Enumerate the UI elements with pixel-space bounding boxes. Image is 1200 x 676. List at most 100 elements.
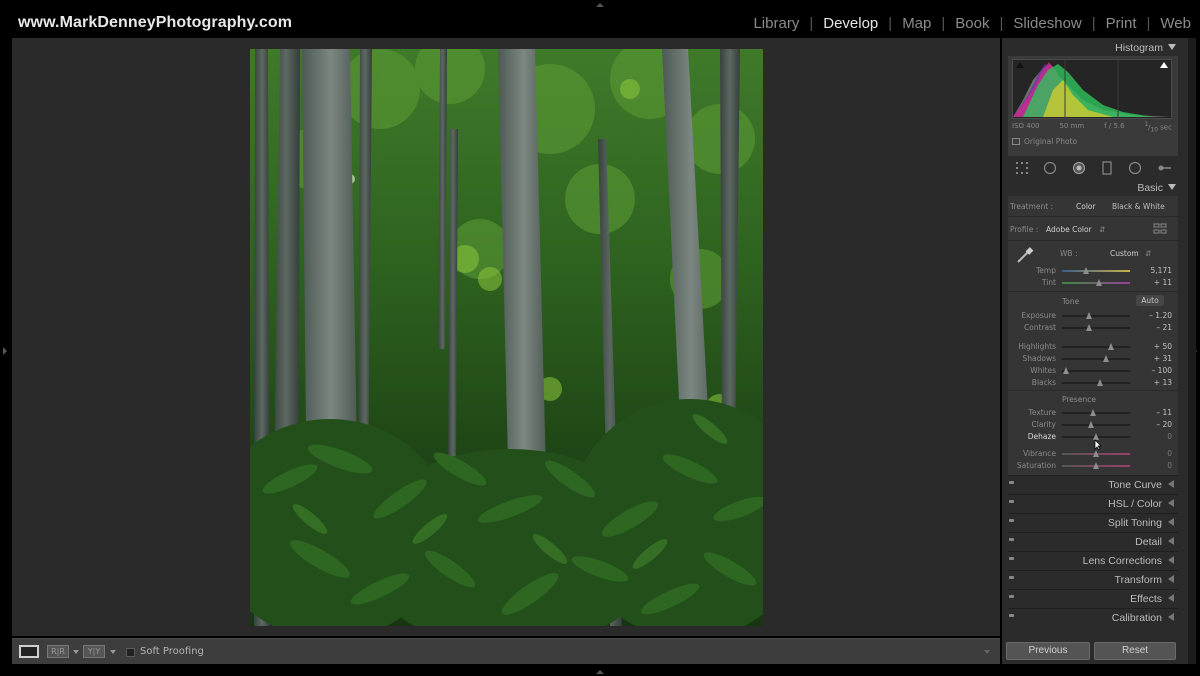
slider-track[interactable] [1062, 355, 1130, 362]
slider-track[interactable] [1062, 279, 1130, 286]
reset-button[interactable]: Reset [1094, 642, 1176, 660]
slider-value[interactable]: + 11 [1154, 278, 1172, 287]
auto-tone-button[interactable]: Auto [1136, 295, 1164, 306]
slider-track[interactable] [1062, 421, 1130, 428]
histogram-header[interactable]: Histogram [1115, 42, 1176, 54]
slider-thumb[interactable] [1096, 279, 1103, 286]
slider-thumb[interactable] [1107, 343, 1114, 350]
slider-value[interactable]: – 21 [1156, 323, 1172, 332]
crop-overlay-icon[interactable] [1015, 160, 1029, 174]
slider-value[interactable]: – 1.20 [1149, 311, 1172, 320]
slider-track[interactable] [1062, 343, 1130, 350]
slider-thumb[interactable] [1063, 367, 1070, 374]
module-slideshow[interactable]: Slideshow [1012, 15, 1082, 32]
treatment-color[interactable]: Color [1076, 202, 1096, 211]
profile-browser-icon[interactable] [1153, 223, 1167, 234]
slider-label: Contrast [1023, 323, 1056, 332]
wb-eyedropper-icon[interactable] [1016, 246, 1034, 264]
split-toning-panel[interactable]: Split Toning [1008, 513, 1178, 531]
treatment-black-white[interactable]: Black & White [1112, 202, 1165, 211]
top-panel-toggle-icon[interactable] [596, 3, 604, 7]
left-panel-toggle-icon[interactable] [3, 347, 7, 355]
slider-value[interactable]: 0 [1167, 461, 1172, 470]
slider-track[interactable] [1062, 409, 1130, 416]
before-after-left-right-icon[interactable]: R|R [47, 645, 69, 658]
slider-value[interactable]: – 100 [1152, 366, 1172, 375]
hsl-color-panel[interactable]: HSL / Color [1008, 494, 1178, 512]
tone-curve-panel[interactable]: Tone Curve [1008, 475, 1178, 493]
spot-removal-icon[interactable] [1043, 160, 1057, 175]
panel-switch-icon[interactable] [1009, 519, 1014, 522]
module-book[interactable]: Book [954, 15, 990, 32]
module-develop[interactable]: Develop [822, 15, 879, 32]
effects-panel[interactable]: Effects [1008, 589, 1178, 607]
original-photo-checkbox[interactable] [1012, 138, 1020, 145]
profile-dropdown-arrow-icon[interactable]: ⇵ [1099, 225, 1105, 234]
slider-track[interactable] [1062, 367, 1130, 374]
slider-value[interactable]: 0 [1167, 449, 1172, 458]
detail-panel[interactable]: Detail [1008, 532, 1178, 550]
slider-track[interactable] [1062, 379, 1130, 386]
slider-label: Clarity [1031, 420, 1056, 429]
right-panel-scrollbar[interactable] [1188, 38, 1196, 664]
expand-icon [1168, 499, 1174, 507]
slider-value[interactable]: 5,171 [1151, 266, 1172, 275]
soft-proofing-checkbox[interactable] [126, 648, 135, 657]
slider-thumb[interactable] [1082, 267, 1089, 274]
histogram-graph[interactable] [1012, 59, 1172, 119]
filmstrip-toggle-icon[interactable] [596, 670, 604, 674]
red-eye-icon[interactable] [1072, 160, 1086, 175]
slider-thumb[interactable] [1097, 379, 1104, 386]
develop-tool-strip [1008, 159, 1178, 175]
slider-thumb[interactable] [1093, 462, 1099, 469]
adjustment-brush-icon[interactable] [1157, 160, 1171, 174]
radial-filter-icon[interactable] [1128, 160, 1142, 175]
slider-thumb[interactable] [1087, 421, 1094, 428]
graduated-filter-icon[interactable] [1100, 160, 1114, 175]
panel-switch-icon[interactable] [1009, 481, 1014, 484]
lens-corrections-panel[interactable]: Lens Corrections [1008, 551, 1178, 569]
previous-button[interactable]: Previous [1006, 642, 1090, 660]
histogram[interactable]: ISO 400 50 mm f / 5.6 1/10 sec Original … [1008, 56, 1178, 156]
slider-track[interactable] [1062, 462, 1130, 469]
toolbar-menu-icon[interactable] [984, 650, 990, 654]
profile-dropdown[interactable]: Adobe Color [1046, 225, 1092, 234]
slider-track[interactable] [1062, 267, 1130, 274]
panel-switch-icon[interactable] [1009, 614, 1014, 617]
panel-switch-icon[interactable] [1009, 595, 1014, 598]
before-after-dropdown-icon[interactable] [73, 650, 79, 654]
transform-panel[interactable]: Transform [1008, 570, 1178, 588]
loupe-view-icon[interactable] [19, 645, 39, 658]
slider-track[interactable] [1062, 450, 1130, 457]
module-web[interactable]: Web [1159, 15, 1192, 32]
soft-proofing-label: Soft Proofing [140, 646, 204, 657]
before-after-options-icon[interactable] [110, 650, 116, 654]
calibration-panel[interactable]: Calibration [1008, 608, 1178, 626]
panel-switch-icon[interactable] [1009, 557, 1014, 560]
slider-value[interactable]: – 11 [1156, 408, 1172, 417]
module-map[interactable]: Map [901, 15, 932, 32]
wb-dropdown[interactable]: Custom [1110, 249, 1139, 258]
wb-dropdown-arrow-icon[interactable]: ⇵ [1145, 249, 1151, 258]
slider-value[interactable]: 0 [1167, 432, 1172, 441]
basic-panel-header[interactable]: Basic [1137, 182, 1176, 194]
slider-thumb[interactable] [1086, 312, 1093, 319]
forest-photo[interactable] [250, 49, 763, 626]
before-after-swap-icon[interactable]: Y|Y [83, 645, 105, 658]
panel-switch-icon[interactable] [1009, 576, 1014, 579]
panel-switch-icon[interactable] [1009, 538, 1014, 541]
slider-value[interactable]: – 20 [1156, 420, 1172, 429]
module-library[interactable]: Library [752, 15, 800, 32]
slider-thumb[interactable] [1102, 355, 1109, 362]
slider-track[interactable] [1062, 312, 1130, 319]
slider-value[interactable]: + 31 [1154, 354, 1172, 363]
slider-thumb[interactable] [1093, 450, 1099, 457]
slider-value[interactable]: + 13 [1154, 378, 1172, 387]
panel-switch-icon[interactable] [1009, 500, 1014, 503]
slider-track[interactable] [1062, 324, 1130, 331]
slider-thumb[interactable] [1089, 409, 1096, 416]
module-print[interactable]: Print [1105, 15, 1138, 32]
slider-value[interactable]: + 50 [1154, 342, 1172, 351]
slider-label: Dehaze [1027, 432, 1056, 441]
slider-thumb[interactable] [1086, 324, 1093, 331]
